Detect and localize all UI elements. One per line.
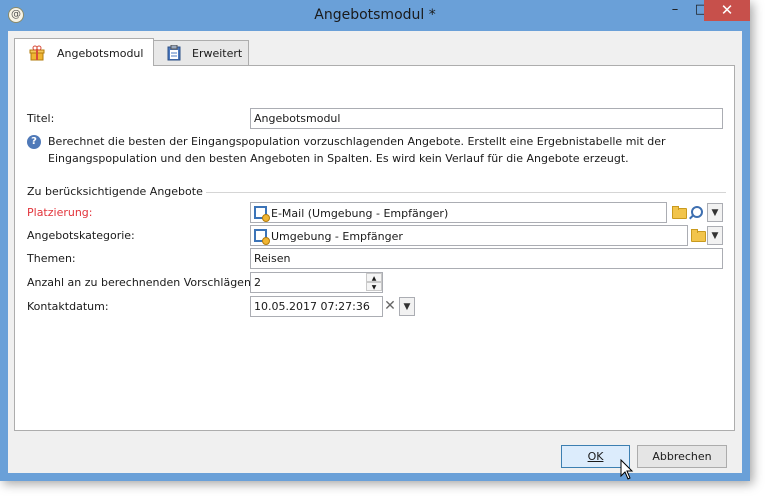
placement-chevron-down-icon[interactable]: ▼ xyxy=(707,203,723,222)
placement-search-icon[interactable] xyxy=(688,203,707,222)
tab-angebotsmodul[interactable]: Angebotsmodul xyxy=(14,38,154,66)
description-text: Berechnet die besten der Eingangspopulat… xyxy=(48,135,666,165)
window-title: Angebotsmodul * xyxy=(314,7,436,23)
info-icon: ? xyxy=(27,135,41,149)
category-chevron-down-icon[interactable]: ▼ xyxy=(707,226,723,245)
count-value: 2 xyxy=(254,276,261,289)
dialog-window: @ Angebotsmodul * – □ ✕ Angebotsmodul Er… xyxy=(0,0,750,481)
placement-folder-icon[interactable] xyxy=(669,203,688,222)
title-label: Titel: xyxy=(27,112,55,125)
category-folder-icon[interactable] xyxy=(688,226,707,245)
close-button[interactable]: ✕ xyxy=(704,0,750,21)
cancel-button-label: Abbrechen xyxy=(652,450,712,463)
ok-button-label: OK xyxy=(587,450,604,463)
placement-entity-icon xyxy=(254,206,270,222)
placement-value: E-Mail (Umgebung - Empfänger) xyxy=(271,207,449,220)
minimize-button[interactable]: – xyxy=(662,0,688,21)
tab-erweitert-label: Erweitert xyxy=(192,47,243,60)
contact-date-label: Kontaktdatum: xyxy=(27,300,109,313)
offer-gift-icon xyxy=(29,45,45,61)
date-chevron-down-icon[interactable]: ▼ xyxy=(399,297,415,316)
group-title: Zu berücksichtigende Angebote xyxy=(27,185,203,198)
tab-panel: Titel: Angebotsmodul ? Berechnet die bes… xyxy=(14,65,735,431)
placement-label: Platzierung: xyxy=(27,206,93,219)
count-spin-buttons[interactable]: ▲ ▼ xyxy=(366,273,382,292)
group-divider xyxy=(206,192,726,193)
dialog-client: Angebotsmodul Erweitert Titel: Angebotsm… xyxy=(8,31,742,473)
category-entity-icon xyxy=(254,229,270,245)
placement-field[interactable]: E-Mail (Umgebung - Empfänger) xyxy=(250,202,667,223)
count-up-arrow-icon[interactable]: ▲ xyxy=(366,273,382,282)
title-input[interactable]: Angebotsmodul xyxy=(250,108,723,129)
cancel-button[interactable]: Abbrechen xyxy=(637,445,727,468)
themes-label: Themen: xyxy=(27,252,76,265)
contact-date-input[interactable]: 10.05.2017 07:27:36 xyxy=(250,296,383,317)
clear-date-icon[interactable]: ✕ xyxy=(381,297,399,316)
count-down-arrow-icon[interactable]: ▼ xyxy=(366,282,382,291)
tab-angebotsmodul-label: Angebotsmodul xyxy=(57,47,144,60)
category-field[interactable]: Umgebung - Empfänger xyxy=(250,225,688,246)
tab-erweitert[interactable]: Erweitert xyxy=(153,40,249,65)
category-value: Umgebung - Empfänger xyxy=(271,230,403,243)
themes-input[interactable]: Reisen xyxy=(250,248,723,269)
title-bar[interactable]: @ Angebotsmodul * – □ ✕ xyxy=(0,0,750,30)
count-label: Anzahl an zu berechnenden Vorschlägen: xyxy=(27,276,255,289)
count-stepper[interactable]: 2 ▲ ▼ xyxy=(250,272,383,293)
category-label: Angebotskategorie: xyxy=(27,229,135,242)
clipboard-icon xyxy=(167,45,181,61)
